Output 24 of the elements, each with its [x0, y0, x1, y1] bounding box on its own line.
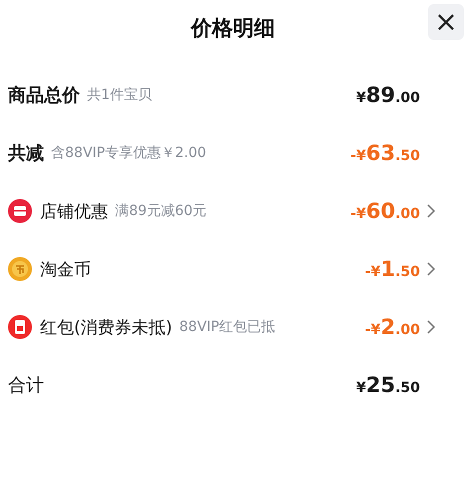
row-label: 店铺优惠: [40, 200, 108, 222]
coin-icon: [8, 257, 32, 281]
row-label: 红包(消费券未抵): [40, 316, 172, 338]
price-amount: ¥25.50: [356, 373, 420, 397]
row-note: 88VIP红包已抵: [179, 318, 276, 336]
shop-icon: [8, 199, 32, 223]
price-amount: -¥1.50: [365, 257, 420, 281]
price-amount: ¥89.00: [356, 83, 420, 107]
row-label: 商品总价: [8, 84, 80, 107]
dialog-title: 价格明细: [191, 15, 275, 42]
row-label: 合计: [8, 374, 44, 397]
price-amount: -¥60.00: [350, 199, 420, 223]
row-note: 共1件宝贝: [87, 86, 152, 104]
chevron-right-icon[interactable]: [426, 262, 436, 276]
row-label: 淘金币: [40, 258, 91, 280]
row-label: 共减: [8, 142, 44, 165]
envelope-icon: [8, 315, 32, 339]
price-amount: -¥63.50: [350, 141, 420, 165]
chevron-right-icon[interactable]: [426, 320, 436, 334]
row-note: 满89元减60元: [115, 202, 207, 220]
row-note: 含88VIP专享优惠￥2.00: [51, 144, 206, 162]
price-amount: -¥2.00: [365, 315, 420, 339]
chevron-right-icon[interactable]: [426, 204, 436, 218]
close-button[interactable]: ×: [428, 4, 464, 40]
